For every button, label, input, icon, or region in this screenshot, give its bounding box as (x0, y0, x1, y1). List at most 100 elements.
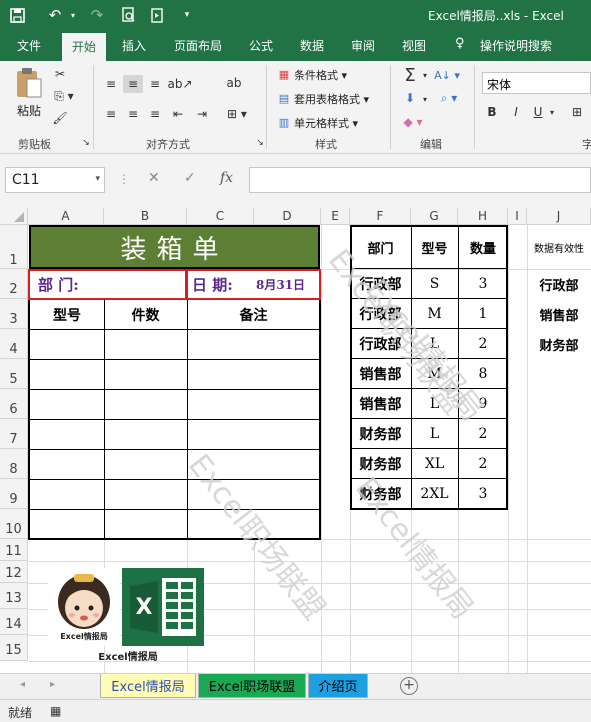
packing-cell[interactable] (29, 420, 104, 450)
align-top-icon[interactable]: ≡ (101, 75, 121, 93)
row-header-7[interactable]: 7 (0, 419, 28, 449)
data-table-cell[interactable]: 3 (458, 269, 508, 299)
align-right-icon[interactable]: ≡ (145, 105, 165, 123)
data-table-cell[interactable]: 9 (458, 389, 508, 419)
column-header-c[interactable]: C (187, 208, 254, 225)
bold-button[interactable]: B (484, 103, 500, 121)
packing-cell[interactable] (187, 420, 320, 450)
sort-filter-icon[interactable]: A↓ ▾ (434, 65, 460, 85)
column-header-a[interactable]: A (28, 208, 104, 225)
column-header-b[interactable]: B (104, 208, 187, 225)
row-header-9[interactable]: 9 (0, 479, 28, 509)
row-header-1[interactable]: 1 (0, 225, 28, 269)
row-header-11[interactable]: 11 (0, 539, 28, 561)
fill-icon[interactable]: ⬇ (400, 89, 420, 107)
add-sheet-icon[interactable]: + (400, 677, 418, 695)
cut-icon[interactable]: ✂ (50, 65, 70, 83)
scroll-right-icon[interactable]: ▸ (50, 679, 55, 690)
orientation-icon[interactable]: ab↗ (167, 75, 192, 93)
name-box-dropdown-icon[interactable]: ▾ (95, 174, 100, 184)
data-table-cell[interactable]: 行政部 (350, 299, 411, 329)
row-header-10[interactable]: 10 (0, 509, 28, 539)
tab-page-layout[interactable]: 页面布局 (174, 37, 222, 54)
tab-formulas[interactable]: 公式 (249, 37, 273, 54)
data-table-cell[interactable]: 销售部 (350, 389, 411, 419)
data-table-cell[interactable]: 2XL (411, 479, 458, 509)
format-painter-icon[interactable]: 🖌 (50, 109, 70, 127)
fill-dropdown-icon[interactable]: ▾ (420, 91, 430, 107)
sheet-tab-excel-info[interactable]: Excel情报局 (100, 674, 196, 698)
align-middle-icon[interactable]: ≡ (123, 75, 143, 93)
enter-icon[interactable]: ✓ (184, 170, 196, 186)
packing-cell[interactable] (29, 510, 104, 540)
data-table-cell[interactable]: XL (411, 449, 458, 479)
data-table-cell[interactable]: L (411, 389, 458, 419)
italic-button[interactable]: I (508, 103, 524, 121)
clear-icon[interactable]: ◆ ▾ (400, 113, 426, 131)
wrap-text-icon[interactable]: ab (223, 73, 245, 93)
clipboard-launcher-icon[interactable]: ↘ (80, 137, 92, 149)
packing-cell[interactable] (187, 330, 320, 360)
cancel-icon[interactable]: ✕ (148, 170, 160, 186)
packing-cell[interactable] (29, 390, 104, 420)
date-value[interactable]: 8月31日 (256, 271, 305, 298)
row-header-15[interactable]: 15 (0, 635, 28, 661)
customize-qat-icon[interactable]: ▾ (176, 4, 198, 26)
select-all-corner[interactable] (0, 208, 28, 225)
packing-cell[interactable] (187, 510, 320, 540)
packing-cell[interactable] (104, 420, 187, 450)
underline-button[interactable]: U (530, 103, 546, 121)
data-table-cell[interactable]: 3 (458, 479, 508, 509)
data-table-cell[interactable]: 行政部 (350, 329, 411, 359)
data-table-cell[interactable]: 2 (458, 419, 508, 449)
data-table-header[interactable]: 部门 (350, 225, 411, 269)
font-name-box[interactable]: 宋体 (482, 72, 591, 94)
cell-styles-button[interactable]: 单元格样式 ▾ (294, 115, 358, 131)
row-header-12[interactable]: 12 (0, 561, 28, 583)
scroll-left-icon[interactable]: ◂ (20, 679, 25, 690)
data-table-cell[interactable]: 行政部 (350, 269, 411, 299)
increase-indent-icon[interactable]: ⇥ (192, 105, 212, 123)
data-table-cell[interactable]: L (411, 329, 458, 359)
packing-cell[interactable] (187, 360, 320, 390)
excel-logo[interactable]: X (122, 568, 204, 646)
packing-cell[interactable] (104, 330, 187, 360)
conditional-format-button[interactable]: 条件格式 ▾ (294, 67, 347, 83)
validation-item[interactable]: 财务部 (527, 329, 591, 359)
data-table-cell[interactable]: 财务部 (350, 479, 411, 509)
packing-cell[interactable] (104, 510, 187, 540)
packing-cell[interactable] (29, 450, 104, 480)
data-table-cell[interactable]: 财务部 (350, 419, 411, 449)
tab-review[interactable]: 审阅 (351, 37, 375, 54)
tab-data[interactable]: 数据 (300, 37, 324, 54)
dept-label[interactable]: 部 门: (38, 271, 79, 298)
copy-icon[interactable]: ⎘ ▾ (50, 87, 78, 105)
column-header-j[interactable]: J (527, 208, 591, 225)
insert-function-icon[interactable]: fx (220, 170, 233, 186)
validation-item[interactable]: 行政部 (527, 269, 591, 299)
packing-cell[interactable] (104, 480, 187, 510)
formula-input[interactable] (249, 167, 591, 193)
packing-header-model[interactable]: 型号 (30, 300, 104, 329)
row-header-13[interactable]: 13 (0, 583, 28, 609)
data-table-cell[interactable]: 财务部 (350, 449, 411, 479)
autosum-dropdown-icon[interactable]: ▾ (420, 67, 430, 83)
row-header-6[interactable]: 6 (0, 389, 28, 419)
packing-cell[interactable] (187, 450, 320, 480)
tell-me-search[interactable]: 操作说明搜索 (480, 37, 552, 54)
data-table-header[interactable]: 型号 (411, 225, 458, 269)
undo-dropdown-icon[interactable]: ▾ (62, 4, 84, 26)
autosum-icon[interactable]: Σ (399, 65, 421, 86)
data-table-cell[interactable]: 销售部 (350, 359, 411, 389)
packing-cell[interactable] (187, 480, 320, 510)
packing-cell[interactable] (104, 360, 187, 390)
data-table-cell[interactable]: 2 (458, 449, 508, 479)
worksheet-grid[interactable]: A B C D E F G H I J 1 2 3 4 5 6 7 8 9 10… (0, 208, 591, 673)
data-table-cell[interactable]: M (411, 359, 458, 389)
align-center-icon[interactable]: ≡ (123, 105, 143, 123)
data-table-cell[interactable]: L (411, 419, 458, 449)
row-header-3[interactable]: 3 (0, 299, 28, 329)
data-table-cell[interactable]: S (411, 269, 458, 299)
redo-icon[interactable]: ↷ (86, 4, 108, 26)
paste-icon[interactable] (12, 65, 46, 101)
